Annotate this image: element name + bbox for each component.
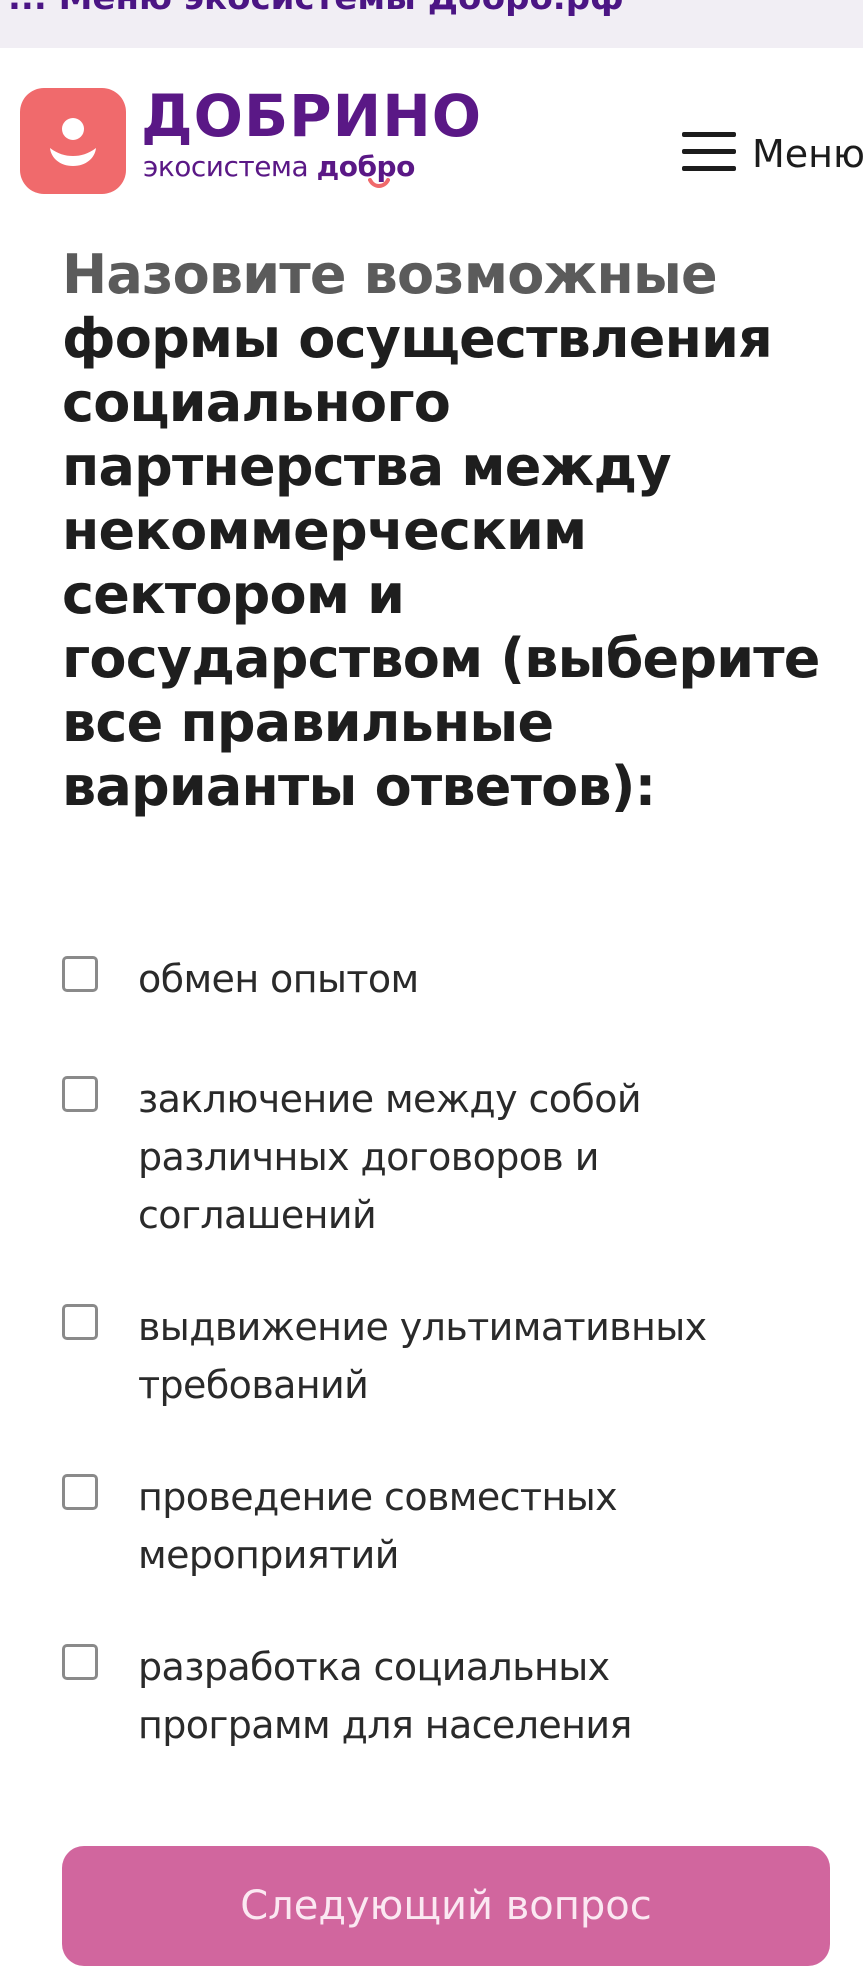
menu-label: Меню xyxy=(752,132,863,176)
ecosystem-menu-banner[interactable]: ... Меню экосистемы Добро.рф xyxy=(0,0,863,48)
option-label: разработка социальных программ для насел… xyxy=(138,1645,632,1747)
question-text: Назовите возможные формы осуществления с… xyxy=(62,243,822,819)
checkbox[interactable] xyxy=(62,1304,98,1340)
brand-name[interactable]: ДОБРИНО xyxy=(141,84,482,148)
checkbox[interactable] xyxy=(62,1076,98,1112)
site-header: ДОБРИНО экосистема добро Меню xyxy=(0,48,863,208)
checkbox[interactable] xyxy=(62,1644,98,1680)
question-rest: формы осуществления социального партнерс… xyxy=(62,307,820,818)
question-lead: Назовите возможные xyxy=(62,243,718,306)
option-label: проведение совместных мероприятий xyxy=(138,1475,618,1577)
person-hands-icon xyxy=(50,118,96,166)
hamburger-icon xyxy=(682,132,736,172)
option-label: заключение между собой различных договор… xyxy=(138,1077,642,1237)
brand-tagline-prefix: экосистема xyxy=(143,150,317,183)
dobrino-logo-icon[interactable] xyxy=(20,88,126,194)
option-label: выдвижение ультимативных требований xyxy=(138,1305,707,1407)
ecosystem-menu-link[interactable]: ... Меню экосистемы Добро.рф xyxy=(8,0,624,18)
menu-button[interactable]: Меню xyxy=(680,118,863,188)
option-label: обмен опытом xyxy=(138,957,419,1001)
next-question-button[interactable]: Следующий вопрос xyxy=(62,1846,830,1966)
brand-tagline-strong: добро xyxy=(316,150,416,183)
next-question-label: Следующий вопрос xyxy=(240,1883,652,1929)
checkbox[interactable] xyxy=(62,1474,98,1510)
checkbox[interactable] xyxy=(62,956,98,992)
smile-icon xyxy=(368,178,390,188)
